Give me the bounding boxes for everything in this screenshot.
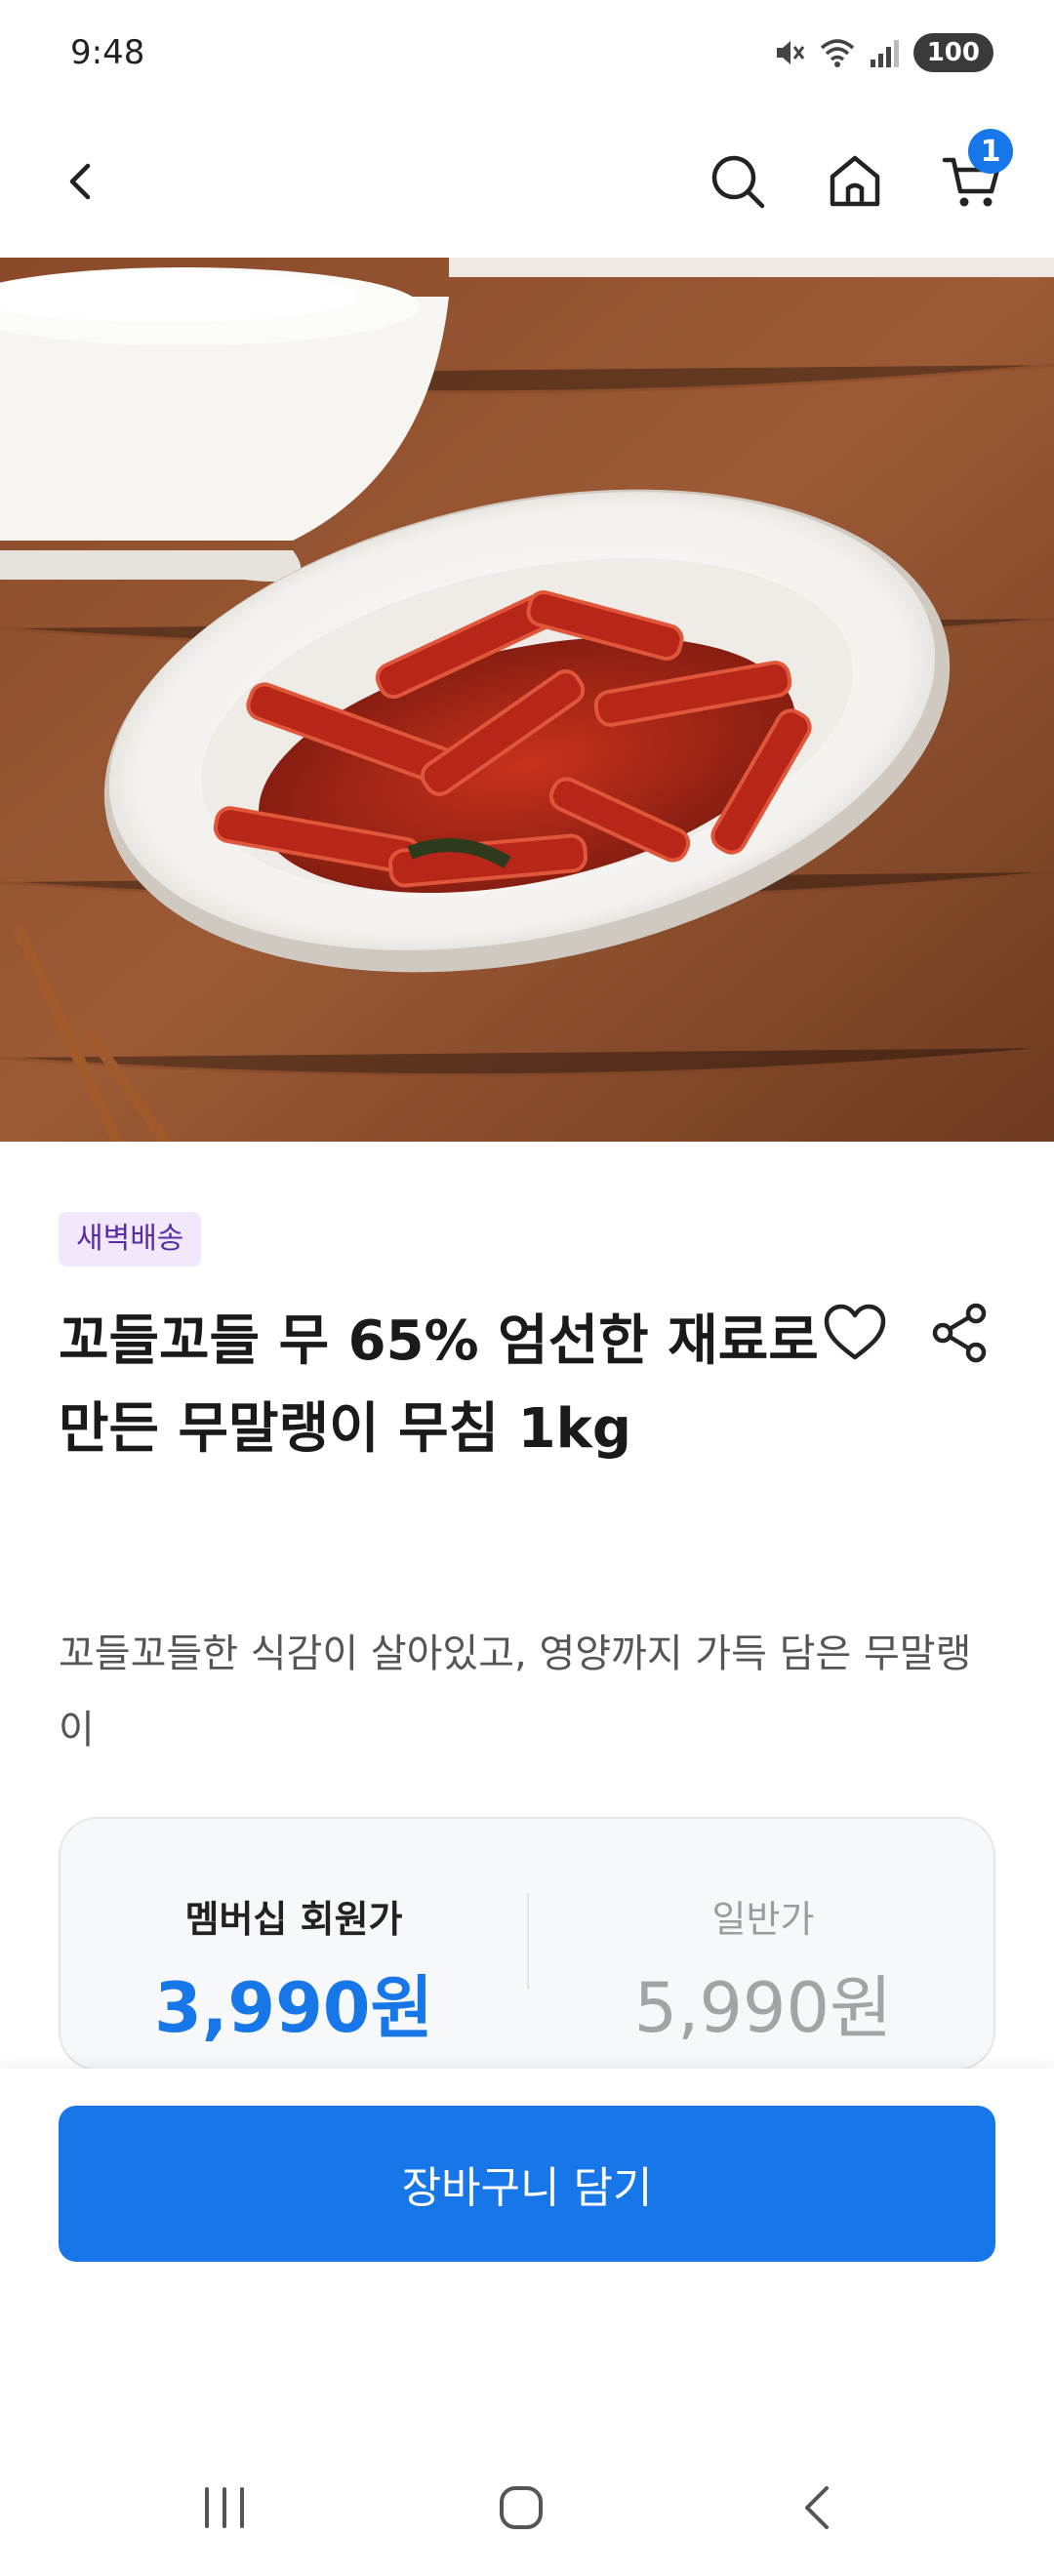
- delivery-badge: 새벽배송: [59, 1212, 202, 1267]
- status-time: 9:48: [70, 33, 145, 72]
- home-square-icon: [500, 2486, 543, 2529]
- share-icon: [932, 1303, 987, 1363]
- system-home-button[interactable]: [482, 2469, 560, 2547]
- home-button[interactable]: [814, 141, 896, 222]
- member-price: 3,990원: [154, 1968, 433, 2048]
- wishlist-button[interactable]: [814, 1292, 896, 1374]
- heart-icon: [824, 1304, 886, 1360]
- status-icons: 100: [773, 31, 993, 74]
- signal-icon: [870, 40, 899, 67]
- top-nav: 1: [0, 107, 1054, 258]
- chevron-left-icon: [69, 163, 91, 200]
- wifi-icon: [820, 39, 854, 67]
- cart-button[interactable]: 1: [931, 129, 1013, 222]
- cart-count-badge: 1: [968, 129, 1013, 174]
- home-icon: [830, 155, 880, 207]
- mute-icon: [776, 41, 804, 64]
- recents-button[interactable]: [185, 2469, 264, 2547]
- back-button[interactable]: [41, 141, 123, 222]
- product-image: [0, 258, 1054, 1142]
- product-description: 꼬들꼬들한 식감이 살아있고, 영양까지 가득 담은 무말랭이: [59, 1631, 972, 1752]
- battery-indicator: 100: [912, 33, 993, 72]
- back-arrow-icon: [805, 2486, 829, 2529]
- search-button[interactable]: [697, 141, 779, 222]
- member-price-label: 멤버십 회원가: [184, 1898, 403, 1941]
- system-back-button[interactable]: [779, 2469, 857, 2547]
- add-to-cart-button[interactable]: 장바구니 담기: [59, 2106, 995, 2262]
- normal-price-label: 일반가: [711, 1898, 815, 1941]
- system-nav-bar: [0, 2439, 1054, 2576]
- share-button[interactable]: [919, 1292, 1001, 1374]
- recents-icon: [205, 2487, 244, 2528]
- product-title: 꼬들꼬들 무 65% 엄선한 재료로 만든 무말랭이 무침 1kg: [59, 1309, 819, 1461]
- price-card: 멤버십 회원가 3,990원 일반가 5,990원: [59, 1817, 995, 2071]
- normal-price: 5,990원: [633, 1968, 893, 2048]
- status-bar: 9:48 100: [0, 0, 1054, 107]
- search-icon: [711, 155, 765, 209]
